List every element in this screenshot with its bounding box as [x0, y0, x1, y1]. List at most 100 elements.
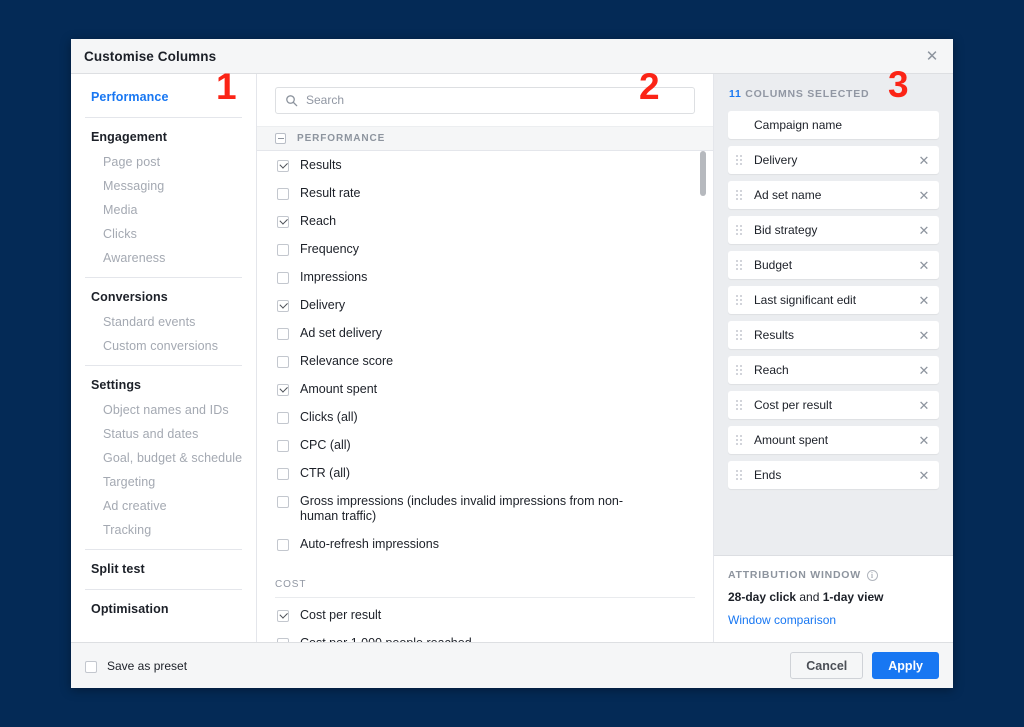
- sidebar-item-ad-creative[interactable]: Ad creative: [85, 494, 242, 518]
- info-icon[interactable]: i: [866, 569, 878, 581]
- sidebar-item-status-and-dates[interactable]: Status and dates: [85, 422, 242, 446]
- list-scrollbar-thumb[interactable]: [700, 151, 706, 196]
- drag-handle-icon[interactable]: [736, 224, 744, 236]
- attribution-view-window: 1-day view: [822, 590, 884, 604]
- close-icon[interactable]: ✕: [923, 47, 941, 65]
- sidebar-group-split-test[interactable]: Split test: [85, 556, 242, 582]
- checkbox-cpc-all-[interactable]: [277, 439, 289, 452]
- sidebar-item-standard-events[interactable]: Standard events: [85, 310, 242, 334]
- selected-column-chip[interactable]: Bid strategy ✕: [728, 216, 939, 244]
- drag-handle-icon[interactable]: [736, 259, 744, 271]
- column-option-row[interactable]: Results: [257, 151, 713, 179]
- checkbox-reach[interactable]: [277, 215, 289, 228]
- remove-column-icon[interactable]: ✕: [918, 364, 930, 377]
- cancel-button[interactable]: Cancel: [790, 652, 864, 679]
- remove-column-icon[interactable]: ✕: [918, 469, 930, 482]
- checkbox-result-rate[interactable]: [277, 187, 289, 200]
- column-option-row[interactable]: Ad set delivery: [257, 319, 713, 347]
- section-title: PERFORMANCE: [297, 133, 386, 144]
- remove-column-icon[interactable]: ✕: [918, 434, 930, 447]
- drag-handle-icon[interactable]: [736, 329, 744, 341]
- selected-column-chip[interactable]: Campaign name: [728, 111, 939, 139]
- sidebar-group-optimisation[interactable]: Optimisation: [85, 596, 242, 622]
- apply-button[interactable]: Apply: [872, 652, 939, 679]
- drag-handle-icon[interactable]: [736, 189, 744, 201]
- selected-column-chip[interactable]: Delivery ✕: [728, 146, 939, 174]
- checkbox-delivery[interactable]: [277, 299, 289, 312]
- checkbox-gross-impressions-includes-invalid-impre[interactable]: [277, 495, 289, 508]
- column-option-row[interactable]: Reach: [257, 207, 713, 235]
- checkbox-relevance-score[interactable]: [277, 355, 289, 368]
- column-option-row[interactable]: Gross impressions (includes invalid impr…: [257, 487, 713, 530]
- checkbox-ad-set-delivery[interactable]: [277, 327, 289, 340]
- column-option-label: CPC (all): [300, 437, 351, 452]
- column-option-row[interactable]: Cost per result: [257, 601, 713, 629]
- save-as-preset-checkbox[interactable]: [85, 660, 97, 673]
- sidebar-item-awareness[interactable]: Awareness: [85, 246, 242, 270]
- checkbox-frequency[interactable]: [277, 243, 289, 256]
- collapse-minus-icon[interactable]: [275, 133, 286, 144]
- sidebar-item-goal-budget-schedule[interactable]: Goal, budget & schedule: [85, 446, 242, 470]
- remove-column-icon[interactable]: ✕: [918, 154, 930, 167]
- checkbox-cost-per-1-000-people-reached[interactable]: [277, 637, 289, 642]
- checkbox-auto-refresh-impressions[interactable]: [277, 538, 289, 551]
- remove-column-icon[interactable]: ✕: [918, 294, 930, 307]
- drag-handle-icon[interactable]: [736, 154, 744, 166]
- column-option-row[interactable]: Delivery: [257, 291, 713, 319]
- sidebar-item-media[interactable]: Media: [85, 198, 242, 222]
- list-scrollbar-track[interactable]: [700, 129, 706, 636]
- drag-handle-icon[interactable]: [736, 434, 744, 446]
- checkbox-clicks-all-[interactable]: [277, 411, 289, 424]
- sidebar-item-messaging[interactable]: Messaging: [85, 174, 242, 198]
- checkbox-impressions[interactable]: [277, 271, 289, 284]
- drag-handle-icon[interactable]: [736, 364, 744, 376]
- drag-handle-icon[interactable]: [736, 399, 744, 411]
- column-option-row[interactable]: Cost per 1,000 people reached: [257, 629, 713, 642]
- checkbox-amount-spent[interactable]: [277, 383, 289, 396]
- remove-column-icon[interactable]: ✕: [918, 399, 930, 412]
- selected-column-chip[interactable]: Reach ✕: [728, 356, 939, 384]
- column-option-row[interactable]: Auto-refresh impressions: [257, 530, 713, 558]
- drag-handle-icon[interactable]: [736, 469, 744, 481]
- remove-column-icon[interactable]: ✕: [918, 189, 930, 202]
- sidebar-group-engagement[interactable]: Engagement: [85, 124, 242, 150]
- sidebar-item-custom-conversions[interactable]: Custom conversions: [85, 334, 242, 358]
- search-box[interactable]: [275, 86, 695, 114]
- selected-column-chip[interactable]: Budget ✕: [728, 251, 939, 279]
- selected-column-chip[interactable]: Amount spent ✕: [728, 426, 939, 454]
- search-icon: [286, 94, 298, 106]
- remove-column-icon[interactable]: ✕: [918, 329, 930, 342]
- sidebar-item-page-post[interactable]: Page post: [85, 150, 242, 174]
- selected-column-chip[interactable]: Results ✕: [728, 321, 939, 349]
- sidebar-divider: [85, 549, 242, 550]
- column-option-row[interactable]: Amount spent: [257, 375, 713, 403]
- checkbox-cost-per-result[interactable]: [277, 609, 289, 622]
- column-option-row[interactable]: Relevance score: [257, 347, 713, 375]
- sidebar-item-clicks[interactable]: Clicks: [85, 222, 242, 246]
- sidebar-group-conversions[interactable]: Conversions: [85, 284, 242, 310]
- remove-column-icon[interactable]: ✕: [918, 259, 930, 272]
- window-comparison-link[interactable]: Window comparison: [728, 613, 939, 627]
- column-option-row[interactable]: Impressions: [257, 263, 713, 291]
- sidebar-group-settings[interactable]: Settings: [85, 372, 242, 398]
- save-as-preset-control[interactable]: Save as preset: [85, 659, 187, 673]
- checkbox-ctr-all-[interactable]: [277, 467, 289, 480]
- selected-column-chip[interactable]: Cost per result ✕: [728, 391, 939, 419]
- sidebar-item-tracking[interactable]: Tracking: [85, 518, 242, 542]
- column-option-row[interactable]: Clicks (all): [257, 403, 713, 431]
- search-input[interactable]: [306, 93, 685, 107]
- column-option-row[interactable]: Result rate: [257, 179, 713, 207]
- selected-column-chip[interactable]: Ad set name ✕: [728, 181, 939, 209]
- selected-column-chip[interactable]: Ends ✕: [728, 461, 939, 489]
- selected-column-chip[interactable]: Last significant edit ✕: [728, 286, 939, 314]
- column-option-row[interactable]: Frequency: [257, 235, 713, 263]
- column-option-row[interactable]: CTR (all): [257, 459, 713, 487]
- drag-handle-icon[interactable]: [736, 294, 744, 306]
- column-option-row[interactable]: CPC (all): [257, 431, 713, 459]
- checkbox-results[interactable]: [277, 159, 289, 172]
- column-option-label: Frequency: [300, 241, 360, 256]
- remove-column-icon[interactable]: ✕: [918, 224, 930, 237]
- sidebar-item-targeting[interactable]: Targeting: [85, 470, 242, 494]
- sidebar-item-object-names-and-ids[interactable]: Object names and IDs: [85, 398, 242, 422]
- selected-column-label: Last significant edit: [754, 293, 857, 307]
